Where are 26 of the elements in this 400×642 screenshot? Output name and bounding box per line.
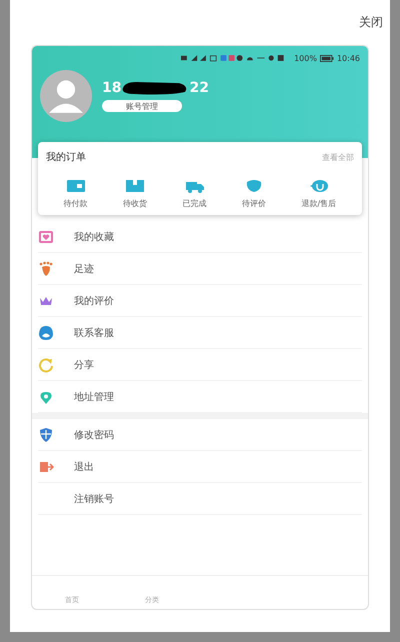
menu-item[interactable]: 分享 [38,349,362,381]
close-button[interactable]: 关闭 [355,12,387,33]
battery-percentage: 100% [294,54,317,62]
menu-item[interactable]: 退出 [38,451,362,483]
menu-item[interactable]: 我的收藏 [38,221,362,253]
battery-icon [320,54,334,62]
phone-number: 22 [189,80,209,96]
status-time: 10:46 [336,54,360,62]
menu-item[interactable]: 联系客服 [38,317,362,349]
orders-title: 我的订单 [46,150,86,164]
order-status-label: 待收货 [123,198,148,209]
wallet-icon[interactable] [66,178,86,194]
avatar-icon [40,70,92,122]
menu-item[interactable]: 修改密码 [38,419,362,451]
menu-item[interactable]: 足迹 [38,253,362,285]
order-status-label: 退款/售后 [302,198,336,209]
order-status-label: 待付款 [64,198,88,209]
menu-item[interactable]: 地址管理 [38,381,362,413]
account-button[interactable]: 账号管理 [102,100,182,112]
chat-bubble-icon[interactable] [308,178,329,194]
phone-number: 18 [102,80,122,96]
box-icon[interactable] [125,178,146,194]
order-status-label: 已完成 [182,198,207,209]
menu-item[interactable]: 我的评价 [38,285,362,317]
order-status-label: 待评价 [242,198,266,209]
menu-item[interactable]: 注销账号 [38,483,362,515]
